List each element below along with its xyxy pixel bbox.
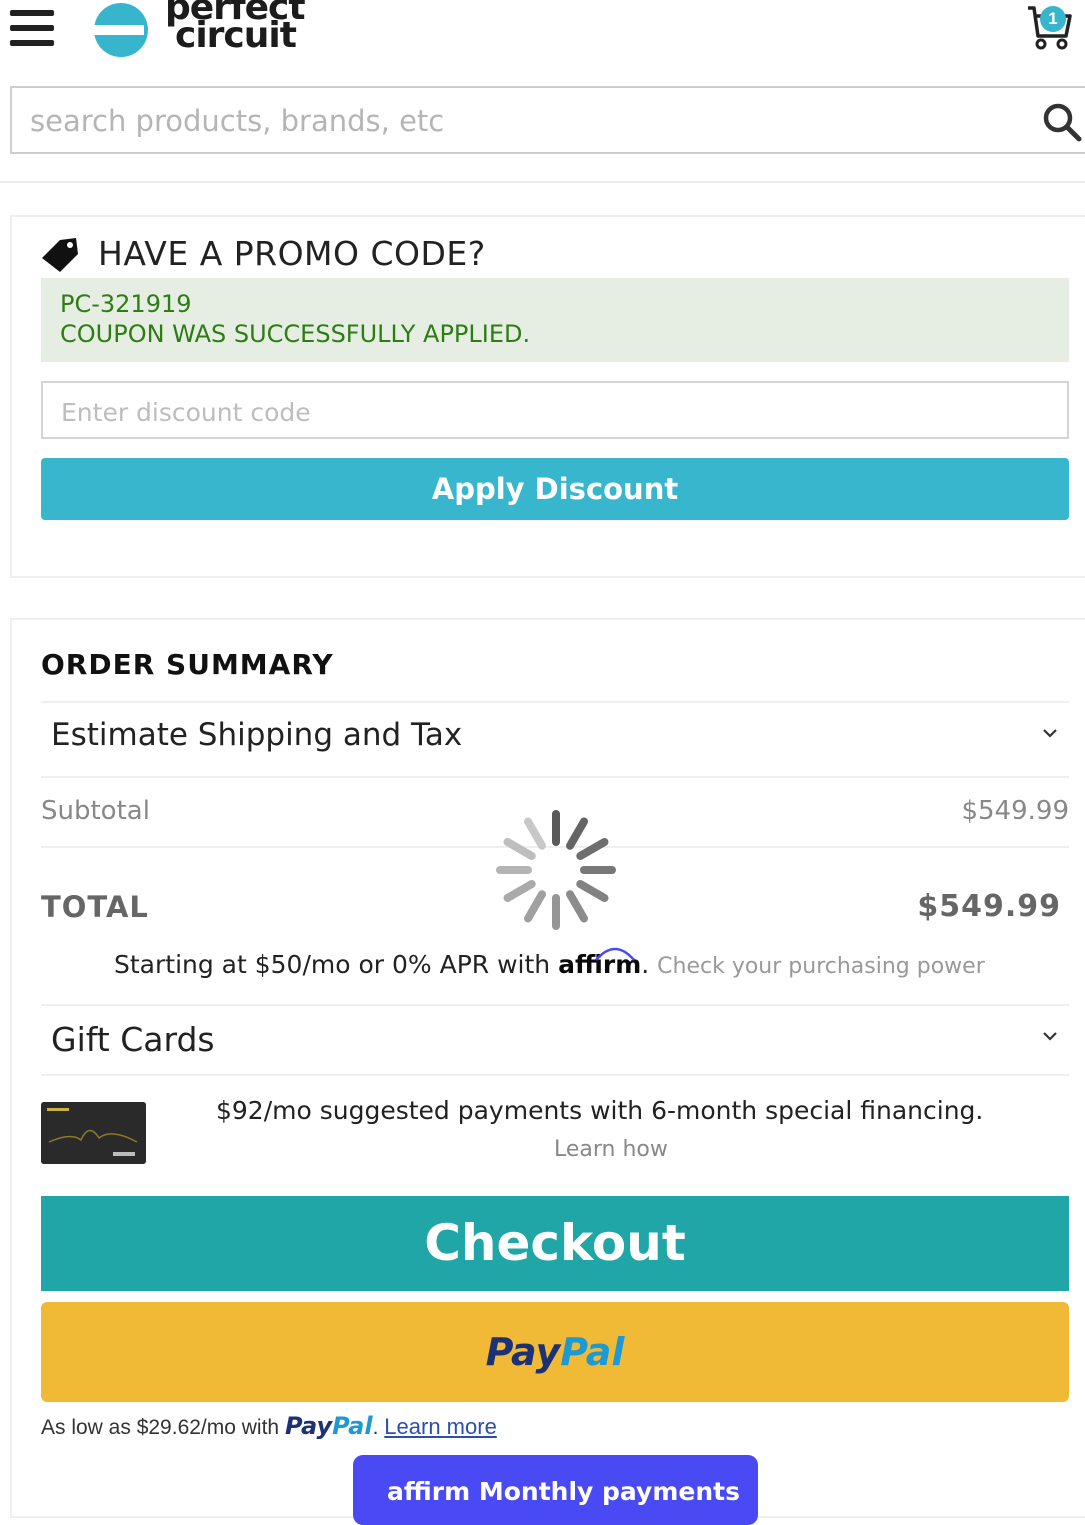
spinner-spoke [566,890,588,923]
cart-icon[interactable]: 1 [1024,2,1074,52]
spinner-spoke [503,880,536,902]
total-value: $549.99 [917,889,1061,924]
applied-code: PC-321919 [60,290,192,318]
financing-text: $92/mo suggested payments with 6-month s… [216,1096,984,1125]
order-summary-title: ORDER SUMMARY [41,648,334,681]
subtotal-label: Subtotal [41,796,150,826]
success-message: COUPON WAS SUCCESSFULLY APPLIED. [60,320,531,348]
estimate-shipping-label: Estimate Shipping and Tax [51,717,463,753]
logo-icon[interactable] [90,2,152,58]
spinner-spoke [576,838,609,860]
spinner-spoke [576,880,609,902]
paypal-logo-pay: Pay [485,1330,561,1374]
credit-card-image [41,1102,146,1164]
menu-icon[interactable] [10,10,56,48]
chevron-down-icon [1042,1028,1058,1044]
loading-spinner-icon [496,810,616,930]
total-label: TOTAL [41,890,149,924]
spinner-spoke [524,890,546,923]
check-purchasing-power-link[interactable]: Check your purchasing power [657,954,985,979]
affirm-button-label: Monthly payments [478,1477,740,1506]
subtotal-value: $549.99 [961,796,1069,826]
spinner-spoke [524,817,546,850]
discount-code-input[interactable] [59,392,1043,432]
search-input[interactable] [28,100,1012,142]
cart-count-badge: 1 [1040,6,1066,32]
gift-cards-label: Gift Cards [51,1020,215,1059]
search-icon[interactable] [1042,102,1082,147]
paypal-logo-pal: Pal [560,1330,625,1374]
promo-success-alert: PC-321919 COUPON WAS SUCCESSFULLY APPLIE… [41,278,1069,362]
promo-title: HAVE A PROMO CODE? [98,234,486,273]
affirm-promo: Starting at $50/mo or 0% APR with affirm… [114,947,985,979]
discount-field [41,381,1069,439]
spinner-spoke [503,838,536,860]
gift-cards-accordion[interactable]: Gift Cards [41,1006,1069,1074]
tag-icon [40,236,80,279]
paypal-credit-message: As low as $29.62/mo with PayPal. Learn m… [41,1412,497,1440]
spinner-spoke [566,817,588,850]
chevron-down-icon [1042,725,1058,741]
apply-discount-button[interactable]: Apply Discount [41,458,1069,520]
paypal-learn-more-link[interactable]: Learn more [384,1414,497,1439]
header-divider [0,181,1085,183]
divider [41,1074,1069,1076]
estimate-shipping-accordion[interactable]: Estimate Shipping and Tax [41,703,1069,775]
affirm-promo-text: Starting at $50/mo or 0% APR with [114,950,551,979]
logo-wordmark[interactable]: perfect circuit [165,0,306,54]
learn-how-link[interactable]: Learn how [554,1137,668,1162]
affirm-button-logo: affirm [387,1477,471,1506]
divider [41,776,1069,778]
paypal-button[interactable]: PayPal [41,1302,1069,1402]
affirm-logo: affirm [558,947,642,979]
checkout-button[interactable]: Checkout [41,1196,1069,1291]
search-bar [10,86,1085,154]
affirm-monthly-payments-button[interactable]: affirm Monthly payments [353,1455,758,1525]
